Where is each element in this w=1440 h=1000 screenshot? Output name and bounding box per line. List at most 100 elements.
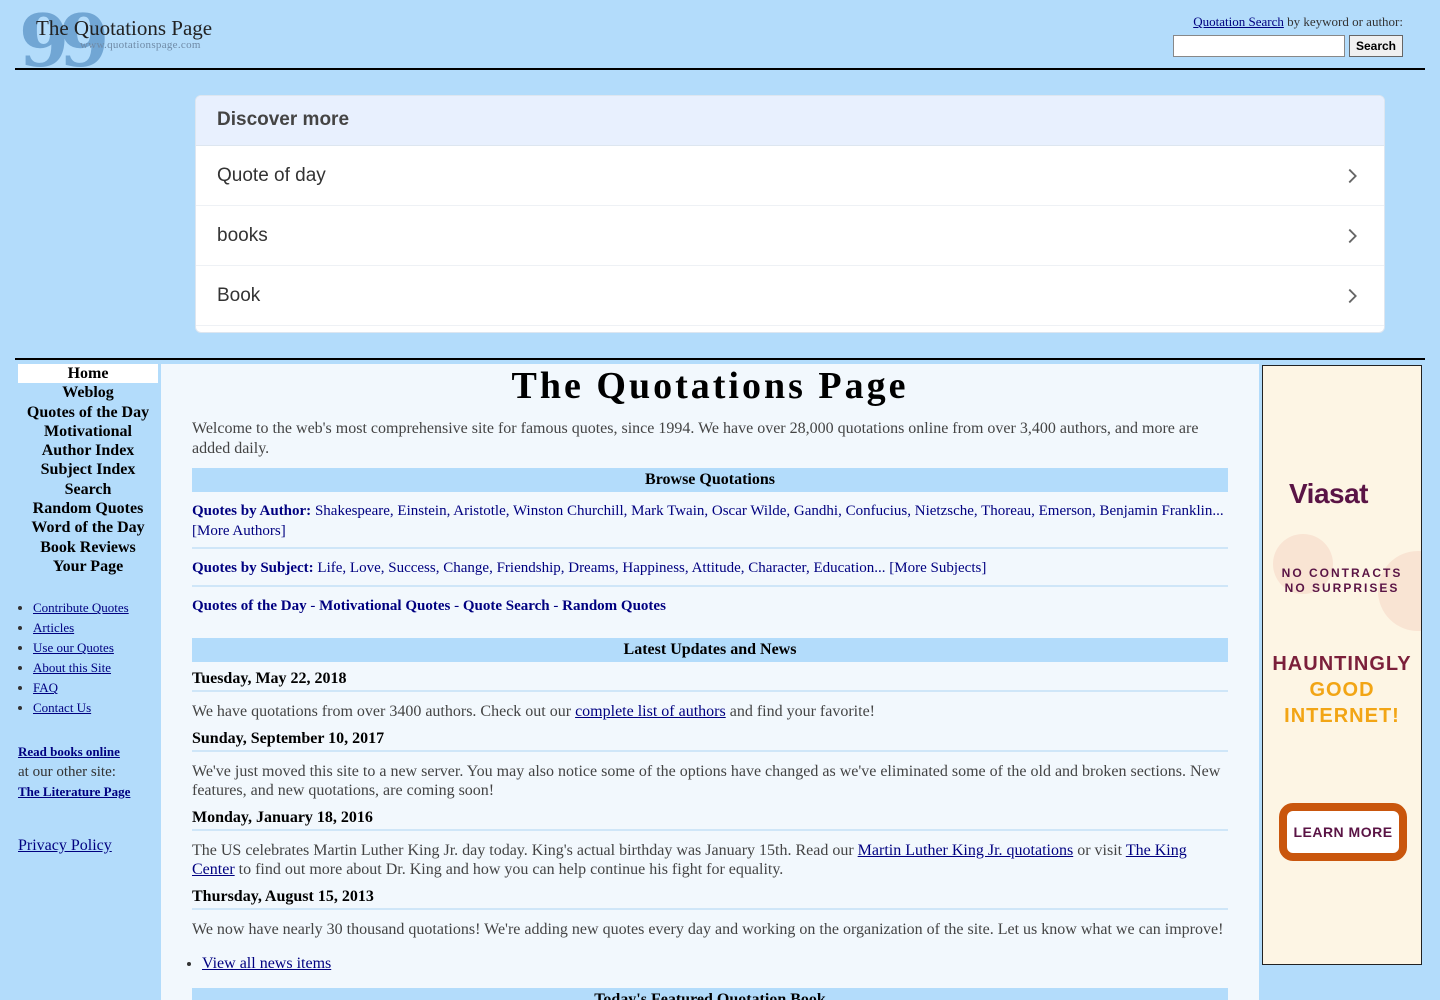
more-authors-link[interactable]: [More Authors] <box>192 523 286 539</box>
quick-links-row: Quotes of the Day - Motivational Quotes … <box>192 597 666 614</box>
browse-link[interactable]: Change <box>443 560 489 576</box>
ad-headline-line: INTERNET! <box>1284 705 1400 727</box>
quotes-by-author-row: Quotes by Author: Shakespeare, Einstein,… <box>192 492 1228 549</box>
nav-search[interactable]: Search <box>18 480 158 499</box>
discover-item-label: books <box>217 224 268 246</box>
more-subjects-link[interactable]: [More Subjects] <box>889 560 986 576</box>
view-all-news-link[interactable]: View all news items <box>202 955 331 972</box>
main-layout: Home Weblog Quotes of the Day Motivation… <box>15 358 1425 1000</box>
mlk-quotations-link[interactable]: Martin Luther King Jr. quotations <box>858 842 1074 859</box>
subject-links: Life, Love, Success, Change, Friendship,… <box>317 560 886 576</box>
browse-quotations-header: Browse Quotations <box>192 468 1228 492</box>
ad-headline-line: HAUNTINGLY <box>1272 653 1412 675</box>
ad-tagline: NO CONTRACTS NO SURPRISES <box>1263 566 1421 596</box>
search-row: Search <box>1143 35 1403 57</box>
browse-link[interactable]: Motivational Quotes <box>319 598 450 614</box>
nav-motivational[interactable]: Motivational <box>18 422 158 441</box>
browse-link[interactable]: Success <box>388 560 436 576</box>
browse-link[interactable]: Quote Search <box>463 598 550 614</box>
logo-url: www.quotationspage.com <box>80 39 201 51</box>
use-our-quotes-link[interactable]: Use our Quotes <box>33 640 114 655</box>
news-text-part: to find out more about Dr. King and how … <box>234 861 784 878</box>
discover-item-label: Quote of day <box>217 164 326 186</box>
search-input[interactable] <box>1172 35 1345 57</box>
news-text: We've just moved this site to a new serv… <box>192 762 1221 800</box>
quotation-search-link[interactable]: Quotation Search <box>1193 14 1284 29</box>
search-area: Quotation Search by keyword or author: S… <box>1143 14 1403 57</box>
list-item: Contact Us <box>33 698 158 718</box>
browse-link[interactable]: Education... <box>813 560 885 576</box>
browse-link[interactable]: Character <box>748 560 806 576</box>
news-date: Thursday, August 15, 2013 <box>192 888 1228 910</box>
news-text-part: We have quotations from over 3400 author… <box>192 703 576 720</box>
nav-your-page[interactable]: Your Page <box>18 557 158 576</box>
nav-book-reviews[interactable]: Book Reviews <box>18 538 158 557</box>
browse-link[interactable]: Confucius <box>846 503 908 519</box>
browse-link[interactable]: Einstein <box>397 503 446 519</box>
browse-link[interactable]: Love <box>350 560 381 576</box>
ad-learn-more-button[interactable]: LEARN MORE <box>1279 803 1407 861</box>
news-date: Monday, January 18, 2016 <box>192 809 1228 831</box>
browse-link[interactable]: Mark Twain <box>631 503 704 519</box>
ad-headline-line: GOOD <box>1309 679 1375 701</box>
news-date: Sunday, September 10, 2017 <box>192 730 1228 752</box>
search-caption-text: by keyword or author: <box>1283 14 1403 29</box>
articles-link[interactable]: Articles <box>33 620 74 635</box>
nav-word-of-the-day[interactable]: Word of the Day <box>18 518 158 537</box>
browse-link[interactable]: Winston Churchill <box>513 503 624 519</box>
nav-random-quotes[interactable]: Random Quotes <box>18 499 158 518</box>
browse-link[interactable]: Random Quotes <box>562 598 666 614</box>
privacy-policy-link[interactable]: Privacy Policy <box>18 837 112 854</box>
complete-list-of-authors-link[interactable]: complete list of authors <box>575 703 726 720</box>
contact-us-link[interactable]: Contact Us <box>33 700 91 715</box>
literature-block: Read books online at our other site: The… <box>18 742 158 803</box>
browse-link[interactable]: Benjamin Franklin... <box>1099 503 1223 519</box>
nav-home[interactable]: Home <box>18 364 158 384</box>
browse-link[interactable]: Thoreau <box>981 503 1031 519</box>
browse-link[interactable]: Aristotle <box>453 503 506 519</box>
about-this-site-link[interactable]: About this Site <box>33 660 111 675</box>
discover-item-quote-of-day[interactable]: Quote of day <box>196 146 1384 206</box>
page-title: The Quotations Page <box>511 365 909 407</box>
browse-link[interactable]: Happiness <box>622 560 685 576</box>
site-logo[interactable]: 99 The Quotations Page www.quotationspag… <box>19 0 239 83</box>
news-text: The US celebrates Martin Luther King Jr.… <box>192 841 1228 880</box>
browse-link[interactable]: Shakespeare <box>315 503 390 519</box>
nav-subject-index[interactable]: Subject Index <box>18 460 158 479</box>
contribute-quotes-link[interactable]: Contribute Quotes <box>33 600 129 615</box>
browse-link[interactable]: Attitude <box>692 560 741 576</box>
discover-item-label: Book <box>217 284 261 306</box>
browse-link[interactable]: Life <box>317 560 342 576</box>
browse-link[interactable]: Dreams <box>568 560 615 576</box>
list-item: Contribute Quotes <box>33 598 158 618</box>
read-books-online-link[interactable]: Read books online <box>18 744 120 759</box>
discover-item-book[interactable]: Book <box>196 266 1384 326</box>
faq-link[interactable]: FAQ <box>33 680 58 695</box>
privacy-block: Privacy Policy <box>18 837 158 855</box>
browse-link[interactable]: Friendship <box>497 560 561 576</box>
browse-link[interactable]: Gandhi <box>794 503 838 519</box>
literature-page-link[interactable]: The Literature Page <box>18 784 130 799</box>
main-content: The Quotations Page Welcome to the web's… <box>161 364 1259 1000</box>
other-site-text: at our other site: <box>18 763 116 780</box>
discover-item-books[interactable]: books <box>196 206 1384 266</box>
view-all-list: View all news items <box>202 955 1228 973</box>
nav-quotes-of-the-day[interactable]: Quotes of the Day <box>18 403 158 422</box>
featured-book-header: Today's Featured Quotation Book <box>192 988 1228 1000</box>
browse-link[interactable]: Nietzsche <box>915 503 974 519</box>
browse-link[interactable]: Emerson <box>1039 503 1092 519</box>
quotes-by-author-label: Quotes by Author: <box>192 503 312 519</box>
ad-headline: HAUNTINGLY GOOD INTERNET! <box>1263 651 1421 729</box>
news-text-part: and find your favorite! <box>725 703 875 720</box>
ad-tagline-line: NO CONTRACTS <box>1281 566 1403 580</box>
news-text-part: The US celebrates Martin Luther King Jr.… <box>192 841 858 859</box>
news-text-part: or visit <box>1073 841 1126 859</box>
ad-brand-logo: Viasat <box>1289 478 1369 509</box>
nav-author-index[interactable]: Author Index <box>18 441 158 460</box>
nav-weblog[interactable]: Weblog <box>18 383 158 402</box>
advertisement[interactable]: Viasat NO CONTRACTS NO SURPRISES HAUNTIN… <box>1262 365 1422 965</box>
browse-link[interactable]: Quotes of the Day <box>192 598 307 614</box>
search-button[interactable]: Search <box>1348 35 1403 57</box>
welcome-text: Welcome to the web's most comprehensive … <box>192 420 1199 457</box>
browse-link[interactable]: Oscar Wilde <box>712 503 787 519</box>
